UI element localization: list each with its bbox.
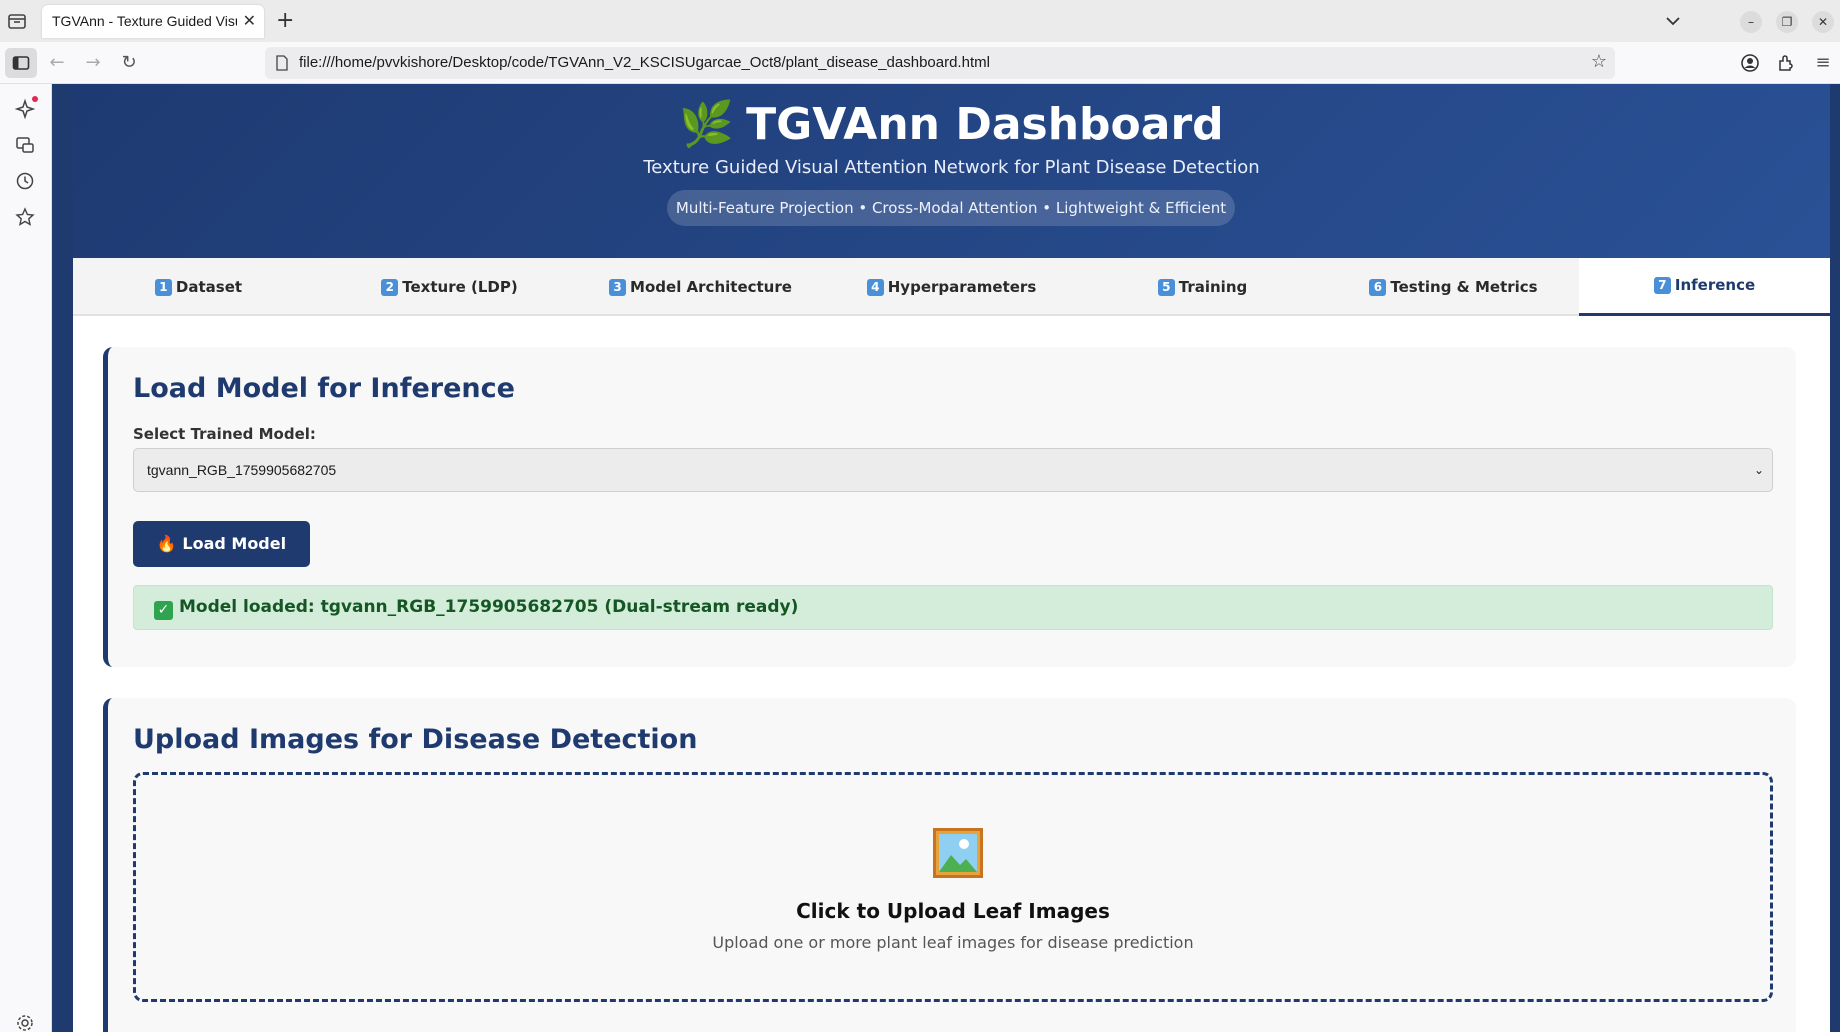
close-window-icon[interactable]: ✕: [1812, 11, 1834, 33]
tab-label: Hyperparameters: [887, 278, 1037, 296]
forward-icon[interactable]: →: [82, 52, 104, 74]
extensions-icon[interactable]: [1776, 53, 1796, 73]
back-icon[interactable]: ←: [46, 52, 68, 74]
upload-zone-subtitle: Upload one or more plant leaf images for…: [712, 933, 1194, 952]
sidebar-icon: [12, 56, 30, 70]
reload-icon[interactable]: ↻: [118, 52, 140, 74]
url-text: file:///home/pvvkishore/Desktop/code/TGV…: [299, 54, 990, 71]
tab-number-badge: 3: [609, 279, 627, 296]
browser-nav-bar: ← → ↻ file:///home/pvvkishore/Desktop/co…: [0, 42, 1840, 84]
tab-label: Texture (LDP): [402, 278, 518, 296]
bookmarks-star-icon[interactable]: [14, 206, 36, 228]
model-status-text: Model loaded: tgvann_RGB_1759905682705 (…: [179, 597, 799, 617]
new-tab-icon[interactable]: +: [276, 8, 294, 33]
restore-icon[interactable]: ❐: [1776, 11, 1798, 33]
upload-zone-title: Click to Upload Leaf Images: [796, 899, 1110, 923]
tab-dataset[interactable]: 1 Dataset: [73, 258, 324, 316]
page-subtitle: Texture Guided Visual Attention Network …: [643, 157, 1260, 178]
tab-model-architecture[interactable]: 3 Model Architecture: [575, 258, 826, 316]
check-icon: ✓: [154, 601, 173, 620]
bookmark-star-icon[interactable]: ☆: [1591, 51, 1607, 72]
tab-hyperparameters[interactable]: 4 Hyperparameters: [826, 258, 1077, 316]
tab-number-badge: 4: [866, 279, 884, 296]
title-text: TGVAnn Dashboard: [746, 99, 1224, 150]
address-bar[interactable]: file:///home/pvvkishore/Desktop/code/TGV…: [265, 47, 1615, 79]
model-status-message: ✓ Model loaded: tgvann_RGB_1759905682705 …: [133, 585, 1773, 630]
load-model-title: Load Model for Inference: [133, 373, 515, 404]
tab-number-badge: 7: [1653, 277, 1671, 294]
dashboard-container: 🌿 TGVAnn Dashboard Texture Guided Visual …: [73, 84, 1830, 1032]
upload-dropzone[interactable]: Click to Upload Leaf Images Upload one o…: [133, 772, 1773, 1002]
tab-number-badge: 5: [1157, 279, 1175, 296]
tab-training[interactable]: 5 Training: [1077, 258, 1328, 316]
tab-number-badge: 1: [154, 279, 172, 296]
upload-title: Upload Images for Disease Detection: [133, 724, 698, 755]
tab-label: Testing & Metrics: [1390, 278, 1538, 296]
tab-list-icon[interactable]: [6, 10, 28, 32]
tab-number-badge: 6: [1369, 279, 1387, 296]
page: 🌿 TGVAnn Dashboard Texture Guided Visual …: [52, 84, 1840, 1032]
menu-icon[interactable]: ≡: [1812, 52, 1834, 74]
load-model-card: Load Model for Inference Select Trained …: [103, 347, 1796, 667]
page-icon: [276, 55, 288, 71]
minimize-icon[interactable]: –: [1740, 11, 1762, 33]
tab-label: Model Architecture: [630, 278, 792, 296]
tab-texture[interactable]: 2 Texture (LDP): [324, 258, 575, 316]
feature-badge: Multi-Feature Projection • Cross-Modal A…: [667, 190, 1235, 226]
synced-tabs-icon[interactable]: [14, 134, 36, 156]
close-tab-icon[interactable]: ✕: [243, 11, 256, 30]
picture-frame-icon: [933, 828, 983, 878]
browser-sidebar: [0, 84, 52, 1032]
chevron-down-icon: ⌄: [1753, 463, 1764, 477]
page-title: 🌿 TGVAnn Dashboard: [73, 98, 1830, 150]
section-tabs: 1 Dataset 2 Texture (LDP) 3 Model Architect…: [73, 258, 1830, 316]
browser-tab[interactable]: TGVAnn - Texture Guided Visual Attention…: [42, 5, 264, 38]
browser-tab-bar: TGVAnn - Texture Guided Visual Attention…: [0, 0, 1840, 42]
load-model-button[interactable]: 🔥 Load Model: [133, 521, 310, 567]
header: 🌿 TGVAnn Dashboard Texture Guided Visual …: [73, 84, 1830, 258]
notification-dot: [32, 96, 38, 102]
sidebar-toggle-button[interactable]: [5, 48, 37, 78]
tab-label: Dataset: [175, 278, 243, 296]
model-select-label: Select Trained Model:: [133, 425, 316, 443]
tab-number-badge: 2: [381, 279, 399, 296]
tab-title: TGVAnn - Texture Guided Visual Attention…: [52, 13, 237, 29]
settings-gear-icon[interactable]: [14, 1012, 36, 1032]
tab-label: Inference: [1674, 276, 1756, 294]
leaf-icon: 🌿: [679, 99, 735, 150]
tab-testing-metrics[interactable]: 6 Testing & Metrics: [1328, 258, 1579, 316]
upload-card: Upload Images for Disease Detection Clic…: [103, 698, 1796, 1032]
tab-inference[interactable]: 7 Inference: [1579, 258, 1830, 316]
model-select[interactable]: tgvann_RGB_1759905682705 ⌄: [133, 448, 1773, 492]
history-icon[interactable]: [14, 170, 36, 192]
account-icon[interactable]: [1740, 53, 1760, 73]
model-select-value: tgvann_RGB_1759905682705: [147, 462, 337, 478]
chevron-down-icon[interactable]: [1664, 12, 1682, 30]
tab-label: Training: [1178, 278, 1248, 296]
